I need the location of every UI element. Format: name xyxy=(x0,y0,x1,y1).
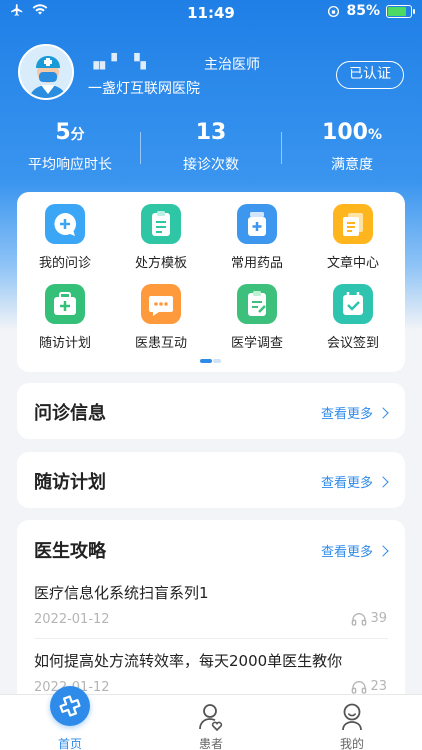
doctor-title: 主治医师 xyxy=(204,57,260,73)
grid-item-prescription-template[interactable]: 处方模板 xyxy=(121,204,201,271)
stat-value: 5 xyxy=(55,120,71,145)
grid-item-label: 处方模板 xyxy=(134,256,187,271)
more-label: 查看更多 xyxy=(320,476,373,491)
count-value: 23 xyxy=(370,679,387,694)
article-listen-count: 39 xyxy=(351,611,387,626)
grid-item-article-center[interactable]: 文章中心 xyxy=(313,204,393,271)
grid-item-label: 会议签到 xyxy=(326,336,379,351)
prescription-clipboard-icon xyxy=(141,204,181,244)
grid-item-doctor-patient[interactable]: 医患互动 xyxy=(121,284,201,351)
home-cross-icon[interactable] xyxy=(50,686,90,726)
chevron-right-icon xyxy=(377,544,389,557)
grid-item-label: 我的问诊 xyxy=(38,256,91,271)
section-title: 医生攻略 xyxy=(34,541,106,562)
consult-info-card[interactable]: 问诊信息 查看更多 xyxy=(17,383,405,439)
grid-item-label: 医患互动 xyxy=(134,336,187,351)
section-title: 随访计划 xyxy=(34,472,106,493)
divider xyxy=(34,638,388,639)
consult-more-link[interactable]: 查看更多 xyxy=(320,403,389,422)
article-title: 医疗信息化系统扫盲系列1 xyxy=(34,584,209,602)
interaction-chat-icon xyxy=(141,284,181,324)
battery-icon xyxy=(386,4,415,18)
article-listen-count: 23 xyxy=(351,679,387,694)
more-label: 查看更多 xyxy=(320,545,373,560)
grid-item-my-consult[interactable]: 我的问诊 xyxy=(25,204,105,271)
section-title: 问诊信息 xyxy=(34,403,106,424)
stat-label: 平均响应时长 xyxy=(28,157,112,173)
guide-more-link[interactable]: 查看更多 xyxy=(320,541,389,560)
medicine-bottle-icon xyxy=(237,204,277,244)
status-bar: 11:49 85% xyxy=(0,0,422,24)
followup-more-link[interactable]: 查看更多 xyxy=(320,472,389,491)
tab-profile[interactable]: 我的 xyxy=(282,695,422,750)
stat-value: 13 xyxy=(195,120,227,145)
grid-item-medical-survey[interactable]: 医学调查 xyxy=(217,284,297,351)
calendar-check-icon xyxy=(333,284,373,324)
stat-unit: % xyxy=(367,127,382,143)
chevron-right-icon xyxy=(377,406,389,419)
verified-button[interactable]: 已认证 xyxy=(336,61,404,89)
article-title: 如何提高处方流转效率，每天2000单医生教你 xyxy=(34,652,343,670)
tab-label: 患者 xyxy=(198,737,223,750)
grid-item-meeting-checkin[interactable]: 会议签到 xyxy=(313,284,393,351)
page-indicator[interactable] xyxy=(200,359,222,363)
battery-percent: 85% xyxy=(346,3,380,19)
consult-chat-icon xyxy=(45,204,85,244)
survey-clipboard-icon xyxy=(237,284,277,324)
patient-heart-icon xyxy=(199,704,223,731)
function-grid-card: 我的问诊 处方模板 常用药品 文章中心 随访计划 医患互动 医学调查 会议签到 xyxy=(17,192,405,372)
doctor-name: ▗▖▘ ▝▖ xyxy=(88,54,153,70)
grid-item-label: 常用药品 xyxy=(230,256,283,271)
stat-value: 100 xyxy=(322,120,368,145)
stat-label: 满意度 xyxy=(331,157,373,173)
chevron-right-icon xyxy=(377,475,389,488)
grid-item-label: 医学调查 xyxy=(230,336,283,351)
tab-label: 首页 xyxy=(57,737,82,750)
grid-item-label: 文章中心 xyxy=(326,256,379,271)
headphones-icon xyxy=(352,612,367,626)
stats-row: 5分 平均响应时长 13 接诊次数 100% 满意度 xyxy=(0,118,422,178)
stat-satisfaction: 100% 满意度 xyxy=(282,118,422,174)
article-stack-icon xyxy=(333,204,373,244)
grid-item-followup-plan[interactable]: 随访计划 xyxy=(25,284,105,351)
tab-patients[interactable]: 患者 xyxy=(141,695,281,750)
count-value: 39 xyxy=(370,611,387,626)
followup-plan-card[interactable]: 随访计划 查看更多 xyxy=(17,452,405,508)
orientation-lock-icon xyxy=(328,5,340,17)
headphones-icon xyxy=(352,680,367,694)
stat-response-time: 5分 平均响应时长 xyxy=(0,118,140,174)
stat-unit: 分 xyxy=(70,127,85,143)
tab-label: 我的 xyxy=(339,737,364,750)
stat-label: 接诊次数 xyxy=(183,157,239,173)
stat-consult-count: 13 接诊次数 xyxy=(141,118,281,174)
article-date: 2022-01-12 xyxy=(34,612,110,627)
profile-smile-icon xyxy=(342,703,362,731)
hospital-name: 一盏灯互联网医院 xyxy=(88,81,200,97)
grid-item-label: 随访计划 xyxy=(38,336,91,351)
avatar[interactable] xyxy=(18,44,74,100)
grid-item-common-medicine[interactable]: 常用药品 xyxy=(217,204,297,271)
more-label: 查看更多 xyxy=(320,407,373,422)
followup-kit-icon xyxy=(45,284,85,324)
